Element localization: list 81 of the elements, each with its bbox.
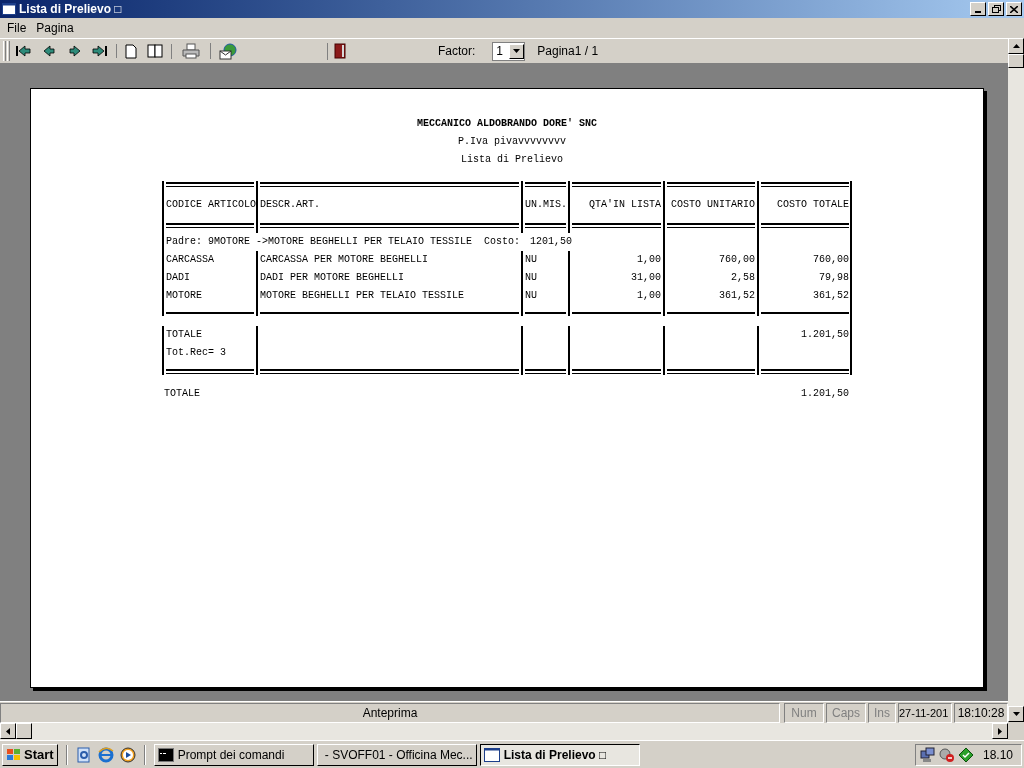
scroll-thumb[interactable] [1008,54,1024,68]
two-pages-icon[interactable] [147,44,163,58]
scroll-down-icon[interactable] [1012,712,1020,716]
item-unit-cost: 760,00 [719,254,755,265]
item-total-cost: 79,98 [819,272,849,283]
printer-icon[interactable] [182,43,200,59]
item-total-cost: 361,52 [813,290,849,301]
item-unit: NU [525,290,537,301]
column-header: COSTO UNITARIO [671,198,755,212]
item-description: DADI PER MOTORE BEGHELLI [260,272,405,283]
column-header: COSTO TOTALE [777,198,849,212]
window-icon [2,3,16,15]
status-indicator: Ins [868,703,896,723]
column-header: UN.MIS. [525,198,567,212]
report-vat-number: P.Iva pivavvvvvvvv [457,135,566,149]
item-description: CARCASSA PER MOTORE BEGHELLI [260,254,429,265]
close-button[interactable] [1006,2,1022,16]
column-header: QTA'IN LISTA [589,198,661,212]
report-company: MECCANICO ALDOBRANDO DORE' SNC [417,117,597,131]
status-date: 27-11-201 [898,703,952,723]
grand-total-label: TOTALE [164,387,200,401]
parent-item-line: Padre: 9MOTORE ->MOTORE BEGHELLI PER TELAIO TESSILE Costo: [166,235,521,249]
minimize-button[interactable] [970,2,986,16]
windows-logo-icon [6,747,22,762]
taskbar-button[interactable]: Lista di Prelievo □ [479,743,640,766]
scroll-thumb[interactable] [16,723,32,739]
total-label: TOTALE [166,328,203,342]
item-quantity: 1,00 [637,254,661,265]
menu-item[interactable]: File [2,19,32,37]
browser-e-icon[interactable] [97,746,114,763]
network-computers-icon[interactable] [919,746,936,763]
record-count: Tot.Rec= 3 [166,346,227,360]
media-player-icon[interactable] [119,746,136,763]
factor-dropdown[interactable]: 1 [492,41,526,61]
last-page-icon[interactable] [92,44,110,58]
item-unit: NU [525,272,537,283]
blocked-network-icon[interactable] [938,746,955,763]
item-total-cost: 760,00 [813,254,849,265]
item-unit-cost: 361,52 [719,290,755,301]
factor-label: Factor: [438,43,476,60]
item-code: CARCASSA [166,254,214,265]
first-page-icon[interactable] [14,44,32,58]
status-indicator: Caps [826,703,866,723]
taskbar-button[interactable]: Prompt dei comandi [153,743,314,766]
item-code: DADI [166,272,190,283]
grand-total-value: 1.201,50 [801,387,849,401]
report-title: Lista di Prelievo [460,153,563,167]
scroll-left-icon[interactable] [6,727,10,735]
total-value: 1.201,50 [801,329,849,340]
parent-item-cost: 1201,50 [530,233,572,251]
page-indicator: Pagina1 / 1 [537,43,599,60]
item-unit-cost: 2,58 [731,272,755,283]
clock: 18.10 [982,746,1013,764]
vertical-scrollbar[interactable] [1008,38,1024,722]
check-diamond-icon[interactable] [957,746,974,763]
start-button[interactable]: Start [2,743,58,766]
restore-icon [991,5,1001,13]
scroll-right-icon[interactable] [998,727,1002,735]
mail-globe-icon[interactable] [219,42,237,60]
single-page-icon[interactable] [125,43,137,59]
menu-item[interactable]: Pagina [31,19,79,37]
item-description: MOTORE BEGHELLI PER TELAIO TESSILE [260,290,465,301]
taskbar-button[interactable]: - SVOFF01 - Officina Mec... [316,743,477,766]
item-quantity: 1,00 [637,290,661,301]
window-icon [483,747,500,762]
scroll-up-icon[interactable] [1012,44,1020,48]
console-icon [157,747,174,762]
status-message: Anteprima [0,703,780,723]
status-indicator: Num [784,703,824,723]
horizontal-scrollbar[interactable] [0,723,1008,740]
column-header: CODICE ARTICOLO [166,198,256,212]
exit-door-icon[interactable] [334,43,346,59]
caret-icon [513,49,521,53]
status-time: 18:10:28 [954,703,1008,723]
close-icon [1010,5,1018,13]
item-code: MOTORE [166,290,202,301]
item-quantity: 31,00 [631,272,661,283]
item-unit: NU [525,254,537,265]
window-title: Lista di Prelievo □ [19,1,123,18]
restore-button[interactable] [988,2,1004,16]
column-header: DESCR.ART. [260,198,320,212]
